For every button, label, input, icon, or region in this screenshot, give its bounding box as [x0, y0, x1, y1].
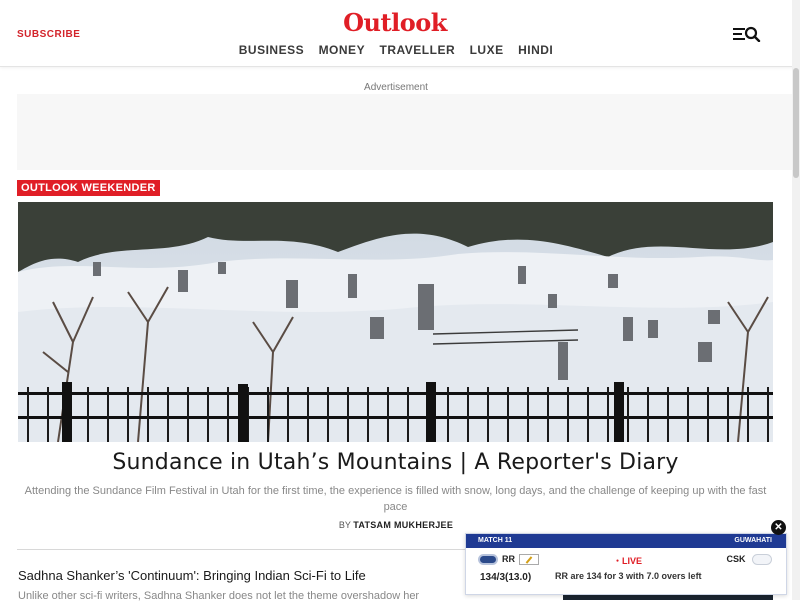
- team-a-score: 134/3(13.0): [480, 572, 532, 583]
- csk-team-logo-icon: [752, 554, 772, 566]
- team-b: CSK: [726, 554, 772, 566]
- nav-item-hindi[interactable]: HINDI: [518, 43, 553, 57]
- snowy-cemetery-photo[interactable]: [18, 202, 773, 442]
- story-summary: Unlike other sci-fi writers, Sadhna Shan…: [18, 590, 420, 602]
- story-title[interactable]: Sadhna Shanker’s 'Continuum': Bringing I…: [18, 568, 468, 583]
- nav-item-money[interactable]: MONEY: [319, 43, 366, 57]
- batting-icon: [519, 554, 539, 566]
- advertisement-slot[interactable]: [17, 94, 792, 170]
- section-nav: BUSINESS MONEY TRAVELLER LUXE HINDI: [0, 41, 792, 59]
- score-header: MATCH 11 GUWAHATI: [466, 534, 786, 548]
- match-status: RR are 134 for 3 with 7.0 overs left: [555, 571, 702, 581]
- rr-team-logo-icon: [478, 554, 498, 566]
- match-venue: GUWAHATI: [734, 537, 772, 544]
- menu-search-icon[interactable]: [733, 26, 761, 42]
- article-headline[interactable]: Sundance in Utah’s Mountains | A Reporte…: [18, 450, 773, 475]
- team-b-name: CSK: [726, 554, 746, 564]
- category-tag[interactable]: OUTLOOK WEEKENDER: [17, 180, 160, 196]
- nav-item-traveller[interactable]: TRAVELLER: [380, 43, 456, 57]
- scrollbar-thumb[interactable]: [793, 68, 799, 178]
- article-byline: BY TATSAM MUKHERJEE: [0, 520, 792, 530]
- close-icon[interactable]: ✕: [771, 520, 786, 535]
- author-name[interactable]: TATSAM MUKHERJEE: [353, 520, 453, 530]
- team-a: RR: [478, 554, 539, 566]
- byline-prefix: BY: [338, 520, 351, 530]
- nav-item-luxe[interactable]: LUXE: [470, 43, 504, 57]
- article-summary: Attending the Sundance Film Festival in …: [24, 485, 767, 513]
- advertisement-label: Advertisement: [364, 82, 428, 93]
- live-score-widget[interactable]: MATCH 11 GUWAHATI RR LIVE CSK 134/3(13.0…: [465, 533, 787, 595]
- nav-item-business[interactable]: BUSINESS: [239, 43, 304, 57]
- team-a-name: RR: [502, 554, 515, 564]
- match-number: MATCH 11: [478, 537, 513, 544]
- section-divider: [17, 549, 475, 550]
- outlook-logo[interactable]: Outlook: [0, 8, 790, 37]
- live-indicator: LIVE: [616, 556, 642, 566]
- site-header: SUBSCRIBE Outlook BUSINESS MONEY TRAVELL…: [0, 0, 800, 67]
